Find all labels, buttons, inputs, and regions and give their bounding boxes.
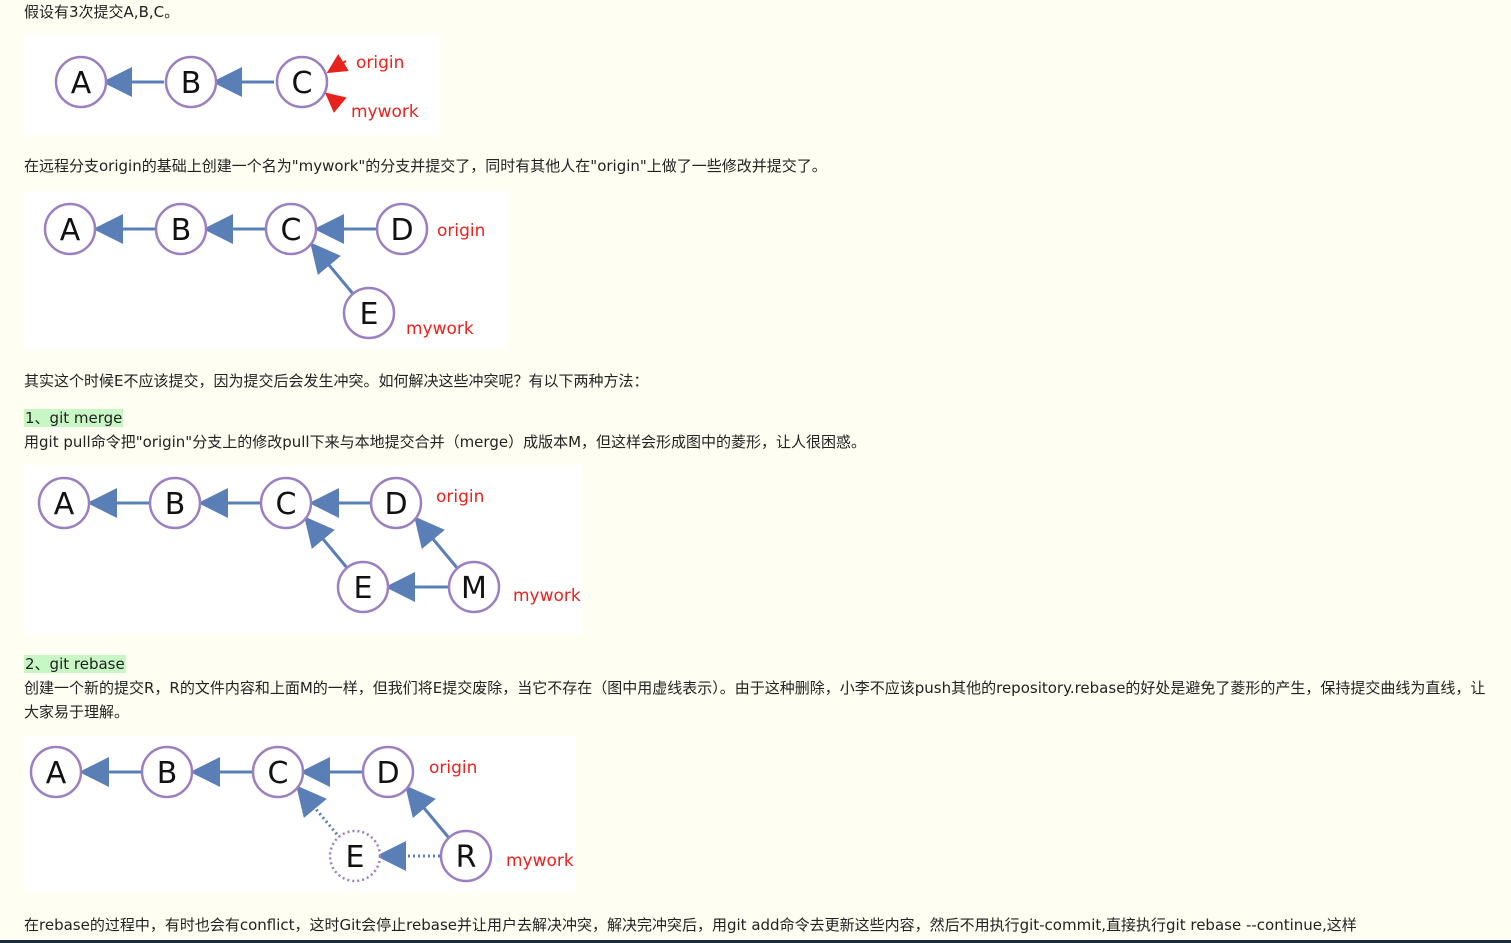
commit-node-e-removed: E — [328, 829, 382, 883]
diagram-branch-svg: A B C D E origin mywork — [43, 202, 485, 340]
intro-text: 假设有3次提交A,B,C。 — [24, 3, 180, 21]
commit-node-a: A — [29, 745, 83, 799]
commit-node-a: A — [54, 55, 108, 109]
svg-text:D: D — [390, 213, 413, 248]
commit-node-c: C — [264, 202, 318, 256]
svg-text:M: M — [461, 571, 487, 606]
svg-text:E: E — [360, 297, 379, 332]
commit-node-b: B — [148, 476, 202, 530]
ref-label-mywork: mywork — [351, 102, 419, 122]
conflict-text: 其实这个时候E不应该提交，因为提交后会发生冲突。如何解决这些冲突呢？有以下两种方… — [24, 372, 649, 390]
svg-text:R: R — [456, 840, 477, 875]
commit-node-e: E — [342, 286, 396, 340]
rebase-text: 创建一个新的提交R，R的文件内容和上面M的一样，但我们将E提交废除，当它不存在（… — [24, 679, 1486, 721]
edge-m-d — [414, 516, 460, 570]
svg-text:C: C — [268, 756, 289, 791]
diagram-merge-svg: A B C D E M origin mywork — [37, 476, 581, 614]
merge-text: 用git pull命令把"origin"分支上的修改pull下来与本地提交合并（… — [24, 433, 867, 451]
diagram-abc-svg: A B C origin mywork — [54, 53, 419, 122]
commit-node-a: A — [43, 202, 97, 256]
commit-node-c: C — [259, 476, 313, 530]
ref-label-origin: origin — [356, 53, 404, 73]
diagram-abc: A B C origin mywork — [24, 35, 440, 135]
commit-node-c: C — [251, 745, 305, 799]
edge-e-c-dashed — [296, 785, 342, 839]
commit-node-d: D — [361, 745, 415, 799]
svg-text:B: B — [165, 487, 186, 522]
edge-r-d — [405, 785, 451, 839]
ref-label-origin: origin — [437, 221, 485, 241]
mywork-arrow — [324, 92, 347, 113]
svg-text:A: A — [54, 487, 75, 522]
svg-text:A: A — [71, 66, 92, 101]
ref-label-origin: origin — [436, 487, 484, 507]
ref-label-mywork: mywork — [513, 586, 581, 606]
diagram-merge: A B C D E M origin mywork — [24, 465, 582, 635]
svg-text:C: C — [292, 66, 313, 101]
svg-text:D: D — [376, 756, 399, 791]
edge-e-c — [304, 516, 350, 570]
diagram-branch: A B C D E origin mywork — [24, 191, 506, 349]
svg-text:B: B — [157, 756, 178, 791]
commit-node-a: A — [37, 476, 91, 530]
svg-text:A: A — [60, 213, 81, 248]
branch-text: 在远程分支origin的基础上创建一个名为"mywork"的分支并提交了，同时有… — [24, 157, 827, 175]
ref-label-mywork: mywork — [406, 319, 474, 339]
svg-text:E: E — [346, 840, 365, 875]
ref-label-mywork: mywork — [506, 851, 574, 871]
svg-text:C: C — [281, 213, 302, 248]
commit-node-b: B — [164, 55, 218, 109]
commit-node-b: B — [154, 202, 208, 256]
svg-text:D: D — [384, 487, 407, 522]
commit-node-r: R — [439, 829, 493, 883]
svg-text:E: E — [354, 571, 373, 606]
commit-node-d: D — [369, 476, 423, 530]
commit-node-c: C — [275, 55, 329, 109]
svg-text:B: B — [171, 213, 192, 248]
edge-e-c — [310, 242, 356, 296]
commit-node-d: D — [375, 202, 429, 256]
section-heading-merge: 1、git merge — [24, 409, 124, 427]
svg-text:A: A — [46, 756, 67, 791]
svg-text:C: C — [276, 487, 297, 522]
commit-node-m: M — [447, 560, 501, 614]
rebase-conflict-text: 在rebase的过程中，有时也会有conflict，这时Git会停止rebase… — [24, 916, 1357, 934]
diagram-rebase-svg: A B C D E R origin mywork — [29, 745, 574, 883]
ref-label-origin: origin — [429, 758, 477, 778]
section-heading-rebase: 2、git rebase — [24, 655, 126, 673]
commit-node-e: E — [336, 560, 390, 614]
svg-text:B: B — [181, 66, 202, 101]
origin-arrow — [326, 54, 349, 74]
diagram-rebase: A B C D E R origin mywork — [24, 736, 576, 892]
commit-node-b: B — [140, 745, 194, 799]
